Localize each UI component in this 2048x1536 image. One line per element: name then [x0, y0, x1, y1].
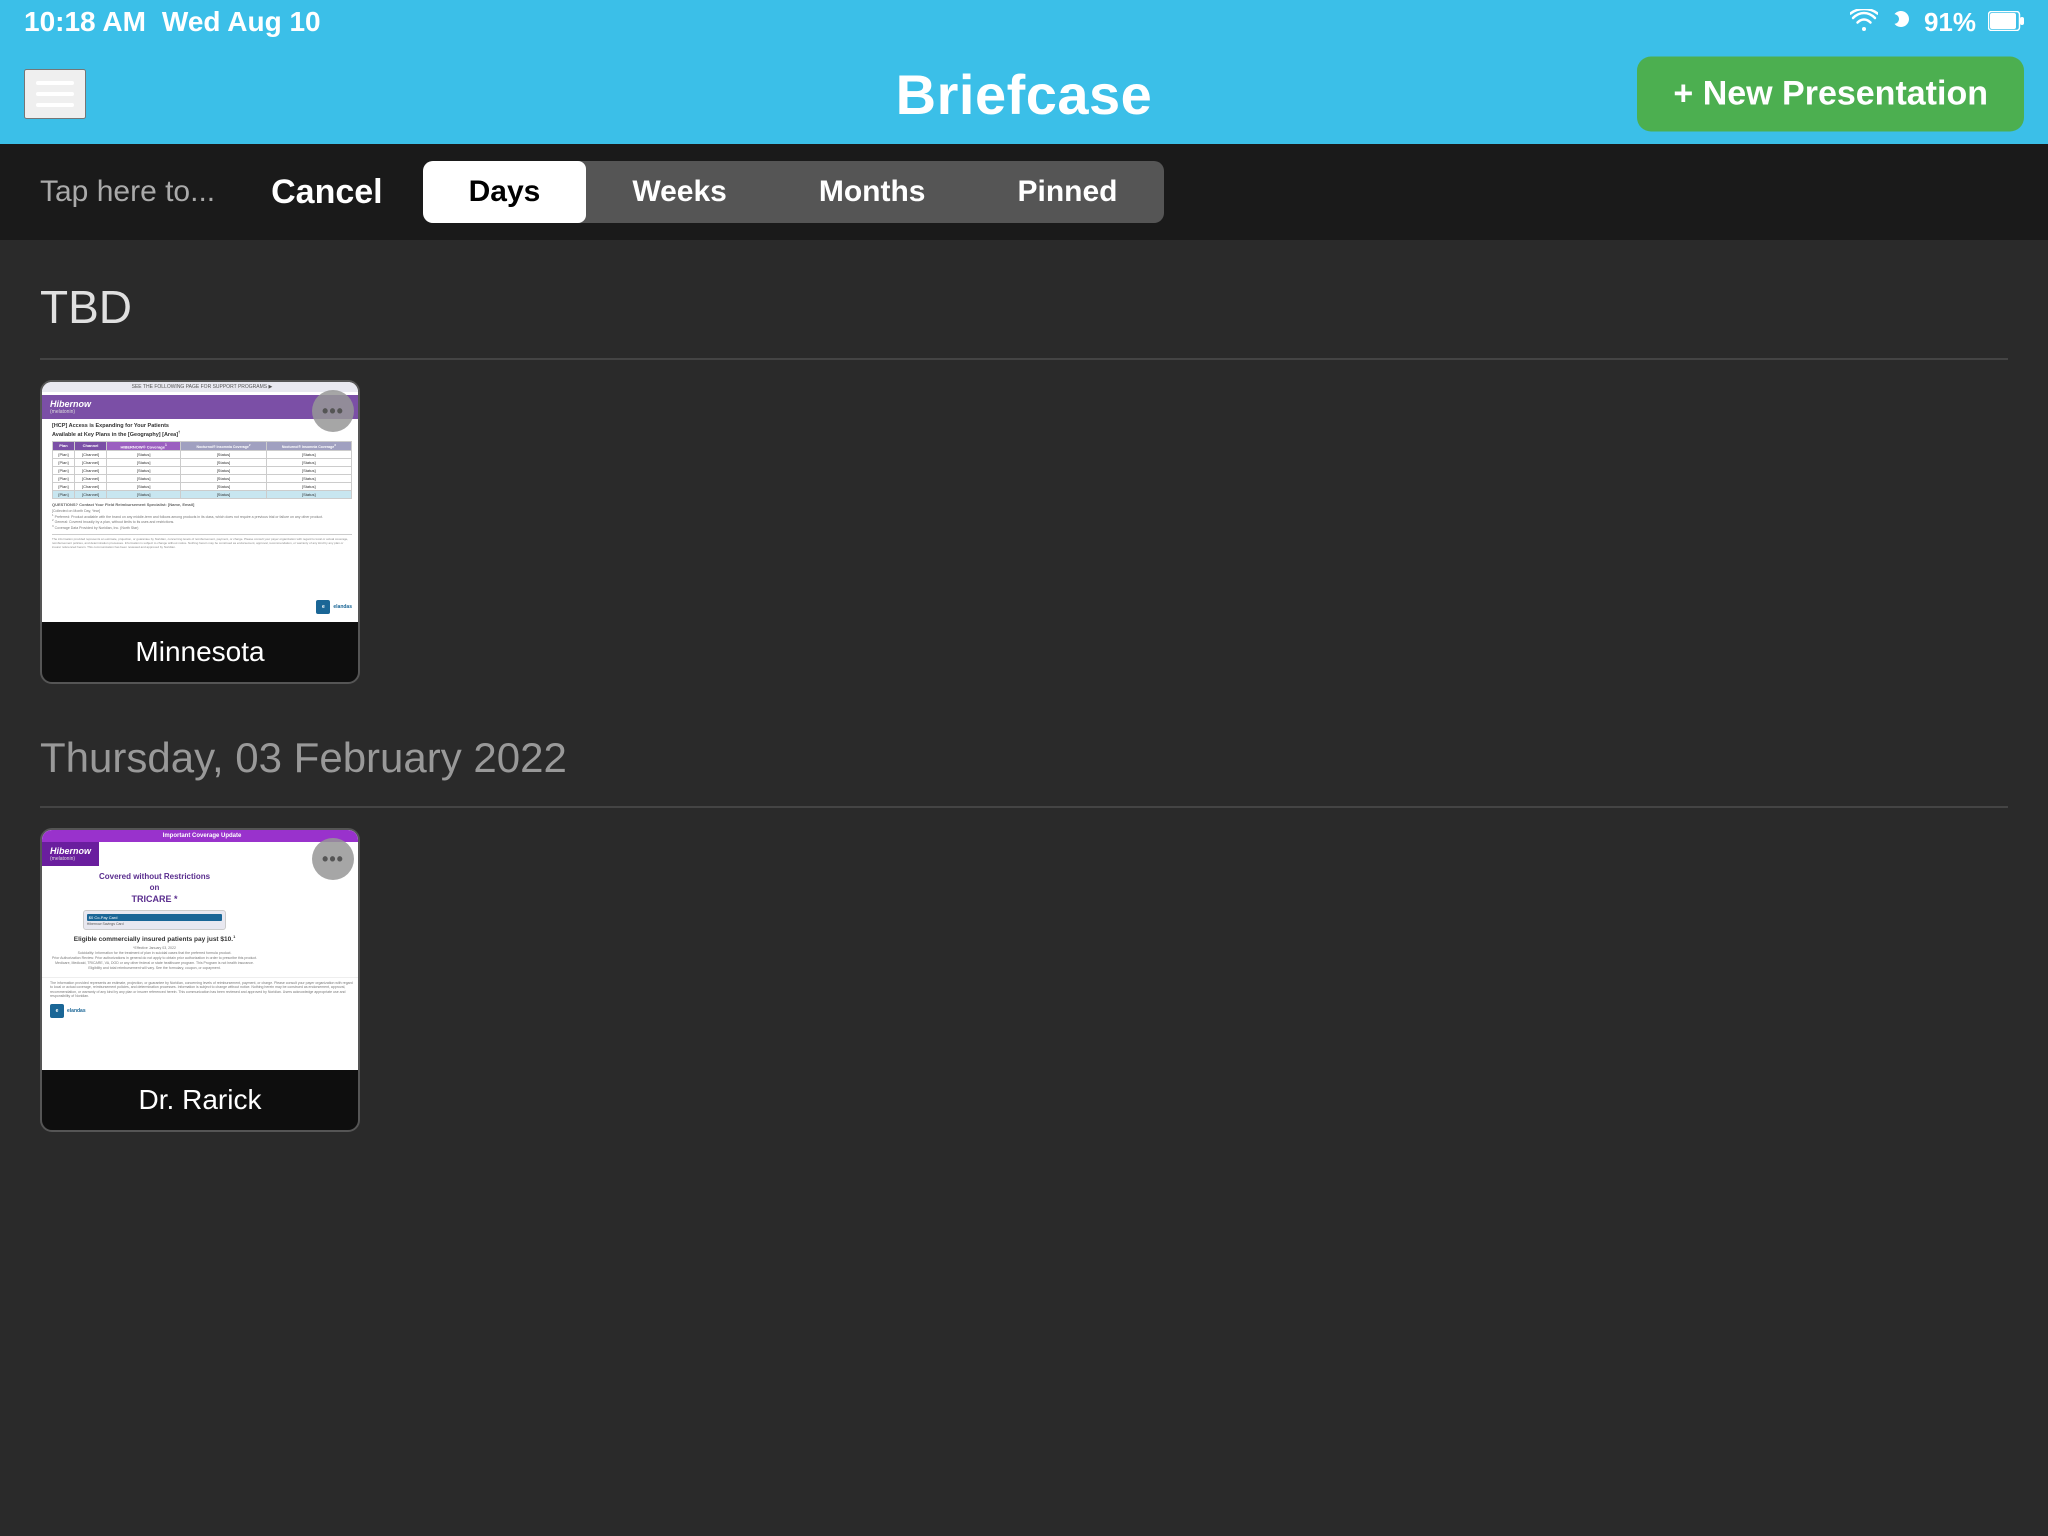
section-divider	[40, 358, 2008, 360]
hamburger-line	[36, 81, 74, 85]
content-area: TBD SEE THE FOLLOWING PAGE FOR SUPPORT P…	[0, 240, 2048, 1536]
tab-pinned[interactable]: Pinned	[971, 161, 1163, 223]
new-presentation-button[interactable]: + New Presentation	[1637, 57, 2024, 132]
section-title-tbd: TBD	[40, 280, 2008, 334]
status-left: 10:18 AM Wed Aug 10	[24, 6, 321, 38]
toolbar: Tap here to... Cancel Days Weeks Months …	[0, 144, 2048, 240]
search-hint[interactable]: Tap here to...	[24, 175, 231, 209]
more-dots-icon-rarick: •••	[322, 849, 344, 870]
status-date: Wed Aug 10	[162, 6, 321, 38]
section-divider-2	[40, 806, 2008, 808]
more-dots-icon: •••	[322, 401, 344, 422]
more-options-button[interactable]: •••	[312, 390, 354, 432]
app-header: Briefcase + New Presentation	[0, 44, 2048, 144]
battery-icon	[1988, 7, 2024, 38]
card-label-dr-rarick: Dr. Rarick	[42, 1070, 358, 1130]
moon-icon	[1890, 7, 1912, 38]
card-grid-feb: Important Coverage Update Hibernow (mela…	[40, 828, 2008, 1132]
section-tbd: TBD SEE THE FOLLOWING PAGE FOR SUPPORT P…	[40, 280, 2008, 684]
hamburger-button[interactable]	[24, 69, 86, 119]
presentation-card-dr-rarick[interactable]: Important Coverage Update Hibernow (mela…	[40, 828, 360, 1132]
status-bar: 10:18 AM Wed Aug 10 91%	[0, 0, 2048, 44]
card-thumbnail-rarick: Important Coverage Update Hibernow (mela…	[42, 830, 360, 1070]
app-title: Briefcase	[896, 62, 1153, 127]
status-time: 10:18 AM	[24, 6, 146, 38]
status-right: 91%	[1850, 7, 2024, 38]
card-thumbnail: SEE THE FOLLOWING PAGE FOR SUPPORT PROGR…	[42, 382, 360, 622]
hamburger-line	[36, 92, 74, 96]
coverage-table: Plan Channel HIBERNOW® Coverage1 Nocturn…	[52, 441, 352, 499]
card-grid-tbd: SEE THE FOLLOWING PAGE FOR SUPPORT PROGR…	[40, 380, 2008, 684]
tab-days[interactable]: Days	[423, 161, 587, 223]
presentation-card-minnesota[interactable]: SEE THE FOLLOWING PAGE FOR SUPPORT PROGR…	[40, 380, 360, 684]
cancel-button[interactable]: Cancel	[251, 163, 403, 222]
section-feb2022: Thursday, 03 February 2022 Important Cov…	[40, 734, 2008, 1132]
tab-months[interactable]: Months	[773, 161, 972, 223]
more-options-button-rarick[interactable]: •••	[312, 838, 354, 880]
hamburger-line	[36, 103, 74, 107]
segment-control: Days Weeks Months Pinned	[423, 161, 1164, 223]
card-label-minnesota: Minnesota	[42, 622, 358, 682]
section-title-feb: Thursday, 03 February 2022	[40, 734, 2008, 782]
status-battery: 91%	[1924, 7, 1976, 38]
wifi-icon	[1850, 7, 1878, 38]
tab-weeks[interactable]: Weeks	[586, 161, 773, 223]
